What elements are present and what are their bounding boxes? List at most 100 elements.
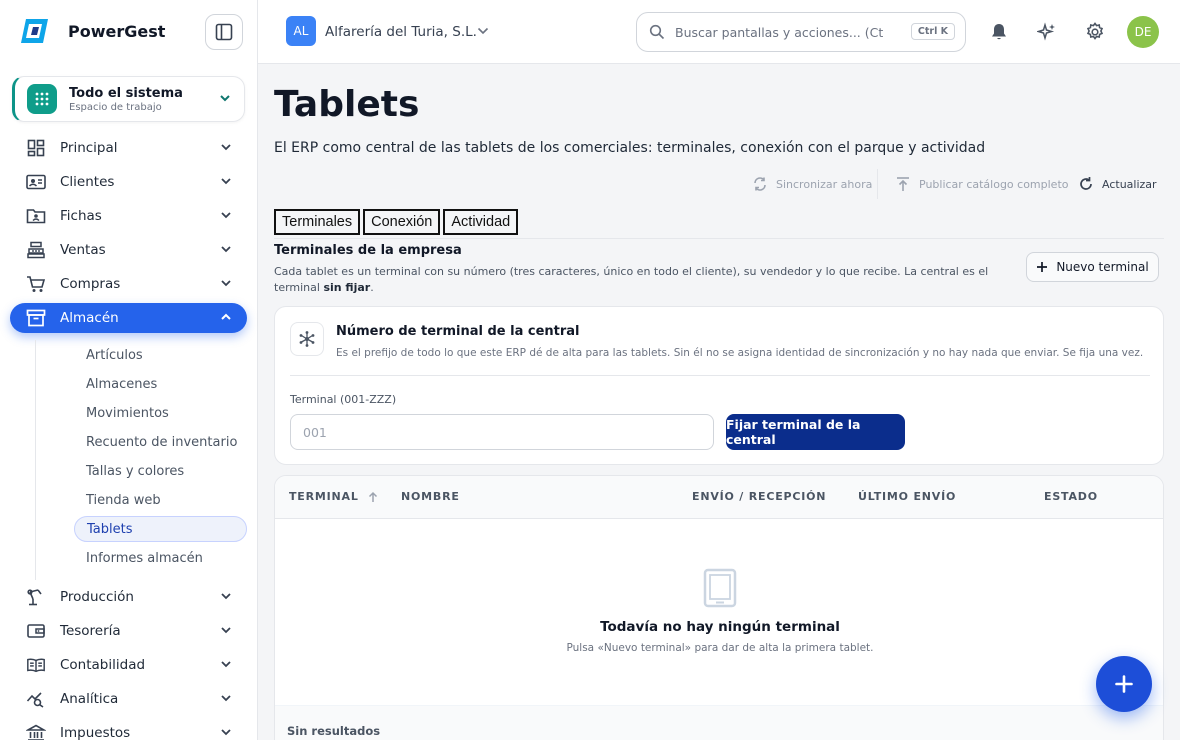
sidebar-item-label: Producción (60, 589, 134, 605)
terminals-table: TERMINAL NOMBRE ENVÍO / RECEPCIÓN ÚLTIMO… (274, 475, 1164, 740)
subitem-tallas-colores[interactable]: Tallas y colores (74, 458, 247, 484)
sidebar-item-tesoreria[interactable]: Tesorería (10, 616, 247, 646)
workspace-title: Todo el sistema (69, 85, 183, 101)
sync-icon (754, 177, 766, 191)
sidebar-item-contabilidad[interactable]: Contabilidad (10, 650, 247, 680)
subitem-articulos[interactable]: Artículos (74, 342, 247, 368)
archive-box-icon (26, 308, 46, 328)
sidebar-item-principal[interactable]: Principal (10, 133, 247, 163)
sort-ascending-icon (368, 491, 377, 502)
folder-user-icon (26, 206, 46, 226)
divider (877, 169, 878, 199)
new-terminal-button[interactable]: Nuevo terminal (1026, 252, 1159, 282)
plus-icon (1115, 675, 1133, 693)
factory-arm-icon (26, 587, 46, 607)
grid-icon (26, 138, 46, 158)
subitem-informes-almacen[interactable]: Informes almacén (74, 545, 247, 571)
column-header-estado[interactable]: ESTADO (1044, 490, 1098, 503)
tab-terminales[interactable]: Terminales (274, 209, 361, 235)
search-input[interactable]: Buscar pantallas y acciones... (Ctrl+K) … (636, 12, 966, 52)
gear-icon[interactable] (1083, 20, 1107, 44)
sidebar-item-clientes[interactable]: Clientes (10, 167, 247, 197)
set-central-terminal-button[interactable]: Fijar terminal de la central (726, 414, 905, 450)
empty-state-title: Todavía no hay ningún terminal (600, 619, 840, 635)
sidebar: PowerGest Todo el sistema Espacio de tra… (0, 0, 258, 740)
publish-catalog-button[interactable]: Publicar catálogo completo (895, 176, 1069, 192)
tab-bar: Terminales Conexión Actividad (274, 209, 521, 235)
collapse-sidebar-button[interactable] (205, 14, 243, 50)
topbar: AL Alfarería del Turia, S.L. Buscar pant… (258, 0, 1180, 64)
subitem-almacenes[interactable]: Almacenes (74, 371, 247, 397)
chevron-up-icon (221, 313, 231, 320)
sidebar-item-label: Compras (60, 276, 121, 292)
company-avatar[interactable]: AL (286, 16, 316, 46)
table-header: TERMINAL NOMBRE ENVÍO / RECEPCIÓN ÚLTIMO… (275, 476, 1163, 519)
ledger-book-icon (26, 655, 46, 675)
chevron-down-icon (221, 695, 231, 702)
sidebar-item-compras[interactable]: Compras (10, 269, 247, 299)
cart-icon (26, 274, 46, 294)
apps-grid-icon (27, 84, 57, 114)
bell-icon[interactable] (987, 20, 1011, 44)
terminal-field-label: Terminal (001-ZZZ) (290, 393, 397, 406)
subitem-tablets[interactable]: Tablets (74, 516, 247, 542)
divider (274, 238, 1164, 239)
column-header-label: TERMINAL (289, 490, 359, 503)
sparkles-icon[interactable] (1035, 20, 1059, 44)
sidebar-toggle-icon (215, 23, 233, 41)
refresh-label: Actualizar (1102, 177, 1157, 191)
page-title: Tablets (274, 84, 420, 125)
divider (290, 375, 1150, 376)
brand[interactable]: PowerGest (18, 16, 165, 46)
subitem-recuento-inventario[interactable]: Recuento de inventario (74, 429, 247, 455)
subnav-guide (35, 340, 36, 580)
central-terminal-card: Número de terminal de la central Es el p… (274, 306, 1164, 465)
sidebar-item-label: Tesorería (60, 623, 121, 639)
central-card-description: Es el prefijo de todo lo que este ERP dé… (336, 347, 1144, 359)
section-description-end: . (370, 281, 374, 294)
sidebar-item-label: Clientes (60, 174, 115, 190)
sidebar-item-fichas[interactable]: Fichas (10, 201, 247, 231)
company-name[interactable]: Alfarería del Turia, S.L. (325, 24, 477, 40)
user-avatar[interactable]: DE (1127, 16, 1159, 48)
chevron-down-icon (220, 95, 230, 102)
section-title: Terminales de la empresa (274, 243, 462, 258)
terminal-number-input[interactable] (290, 414, 714, 450)
section-description: Cada tablet es un terminal con su número… (274, 264, 1014, 296)
subitem-movimientos[interactable]: Movimientos (74, 400, 247, 426)
chevron-down-icon (221, 729, 231, 736)
chevron-down-icon (221, 178, 231, 185)
refresh-button[interactable]: Actualizar (1078, 176, 1157, 192)
chevron-down-icon (221, 212, 231, 219)
tab-conexion[interactable]: Conexión (363, 209, 441, 235)
chevron-down-icon (221, 593, 231, 600)
sidebar-item-label: Analítica (60, 691, 119, 707)
sidebar-item-impuestos[interactable]: Impuestos (10, 718, 247, 740)
subitem-tienda-web[interactable]: Tienda web (74, 487, 247, 513)
sidebar-item-ventas[interactable]: Ventas (10, 235, 247, 265)
publish-catalog-label: Publicar catálogo completo (919, 177, 1069, 191)
wallet-icon (26, 621, 46, 641)
sync-now-button[interactable]: Sincronizar ahora (752, 176, 872, 192)
sidebar-item-almacen[interactable]: Almacén (10, 303, 247, 333)
column-header-envio-recepcion[interactable]: ENVÍO / RECEPCIÓN (692, 490, 826, 503)
sidebar-item-label: Contabilidad (60, 657, 146, 673)
chevron-down-icon (221, 280, 231, 287)
workspace-selector[interactable]: Todo el sistema Espacio de trabajo (12, 76, 245, 122)
sidebar-item-label: Principal (60, 140, 118, 156)
sidebar-item-produccion[interactable]: Producción (10, 582, 247, 612)
floating-add-button[interactable] (1096, 656, 1152, 712)
refresh-icon (1080, 177, 1092, 190)
sidebar-item-label: Impuestos (60, 725, 131, 740)
sync-now-label: Sincronizar ahora (776, 177, 873, 191)
column-header-ultimo-envio[interactable]: ÚLTIMO ENVÍO (858, 490, 956, 503)
column-header-nombre[interactable]: NOMBRE (401, 490, 460, 503)
sidebar-item-analitica[interactable]: Analítica (10, 684, 247, 714)
column-header-terminal[interactable]: TERMINAL (289, 490, 379, 503)
tab-actividad[interactable]: Actividad (443, 209, 519, 235)
chevron-down-icon (221, 661, 231, 668)
empty-state-subtitle: Pulsa «Nuevo terminal» para dar de alta … (566, 642, 874, 654)
chevron-down-icon[interactable] (476, 24, 490, 38)
powergest-logo-icon (18, 16, 50, 46)
contact-card-icon (26, 172, 46, 192)
